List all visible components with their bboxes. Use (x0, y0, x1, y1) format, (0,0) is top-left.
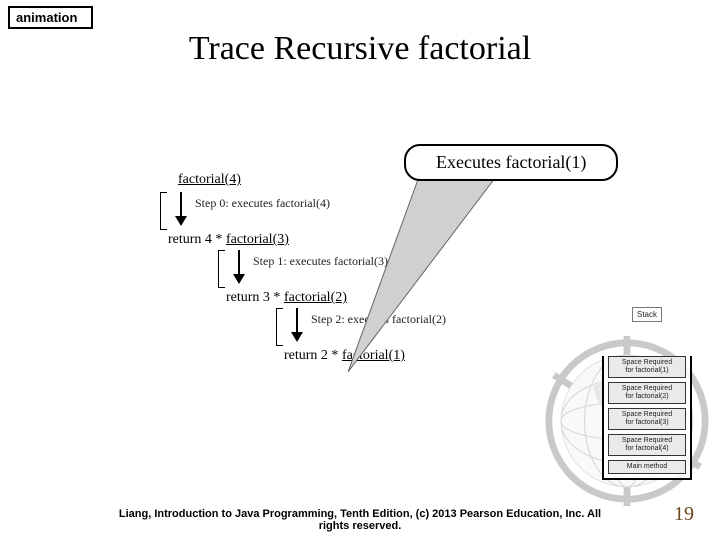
return-call: factorial(2) (284, 290, 347, 305)
footer-line1: Liang, Introduction to Java Programming,… (119, 508, 601, 520)
callout-text: Executes factorial(1) (436, 152, 586, 172)
stack-column: Space Required for factorial(1) Space Re… (602, 356, 692, 480)
step-row: Step 0: executes factorial(4) (160, 190, 480, 230)
frame-line: Space Required (611, 437, 683, 445)
step-row: Step 2: executes factorial(2) (276, 306, 480, 346)
animation-tag-label: animation (16, 10, 77, 25)
frame-line: for factorial(1) (611, 367, 683, 375)
step-row: Step 1: executes factorial(3) (218, 248, 480, 288)
bracket-icon (218, 250, 225, 288)
stack-frame: Space Required for factorial(3) (608, 408, 686, 430)
frame-line: Space Required (611, 385, 683, 393)
stack-frame: Space Required for factorial(4) (608, 434, 686, 456)
frame-line: for factorial(2) (611, 393, 683, 401)
page-number: 19 (674, 503, 694, 526)
return-prefix: return 3 * (226, 290, 284, 305)
stack-frame: Space Required for factorial(1) (608, 356, 686, 378)
footer-line2: rights reserved. (319, 520, 402, 532)
top-call-text: factorial(4) (178, 172, 241, 187)
return-line: return 4 * factorial(3) (168, 232, 480, 248)
frame-line: Space Required (611, 359, 683, 367)
animation-tag: animation (8, 6, 93, 29)
return-prefix: return 4 * (168, 232, 226, 247)
stack-frame: Main method (608, 460, 686, 474)
arrow-down-icon (225, 248, 253, 284)
return-call: factorial(1) (342, 348, 405, 363)
return-line: return 3 * factorial(2) (226, 290, 480, 306)
frame-line: for factorial(4) (611, 445, 683, 453)
return-prefix: return 2 * (284, 348, 342, 363)
frame-line: for factorial(3) (611, 419, 683, 427)
frame-line: Main method (611, 463, 683, 471)
frame-line: Space Required (611, 411, 683, 419)
step-label: Step 1: executes factorial(3) (253, 254, 388, 269)
page-title: Trace Recursive factorial (0, 30, 720, 68)
callout-bubble: Executes factorial(1) (404, 144, 618, 181)
stack-title: Stack (632, 307, 662, 322)
recursion-diagram: factorial(4) Step 0: executes factorial(… (160, 172, 480, 364)
step-label: Step 0: executes factorial(4) (195, 196, 330, 211)
stack-area: Stack Space Required for factorial(1) Sp… (592, 307, 702, 480)
bracket-icon (160, 192, 167, 230)
footer: Liang, Introduction to Java Programming,… (0, 508, 720, 532)
step-label: Step 2: executes factorial(2) (311, 312, 446, 327)
return-call: factorial(3) (226, 232, 289, 247)
stack-frame: Space Required for factorial(2) (608, 382, 686, 404)
arrow-down-icon (283, 306, 311, 342)
bracket-icon (276, 308, 283, 346)
arrow-down-icon (167, 190, 195, 226)
return-line: return 2 * factorial(1) (284, 348, 480, 364)
